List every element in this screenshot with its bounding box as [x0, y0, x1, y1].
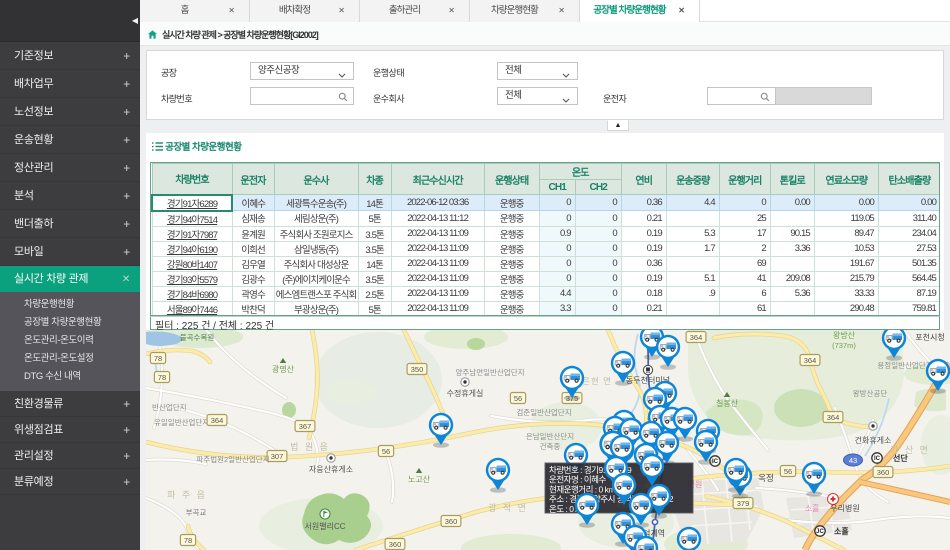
svg-text:부곡교: 부곡교 — [186, 508, 207, 517]
svg-text:서원밸리CC: 서원밸리CC — [305, 521, 346, 531]
svg-text:56: 56 — [382, 447, 390, 456]
svg-text:43: 43 — [849, 456, 857, 465]
svg-text:불곡수목원: 불곡수목원 — [180, 333, 215, 342]
svg-text:광 적 면: 광 적 면 — [488, 502, 528, 513]
svg-text:옥정: 옥정 — [758, 473, 774, 483]
svg-text:364: 364 — [211, 416, 224, 425]
svg-text:56: 56 — [514, 394, 522, 403]
svg-text:자웅산휴게소: 자웅산휴게소 — [309, 464, 353, 474]
svg-text:우리병원: 우리병원 — [830, 504, 859, 513]
svg-text:광명산: 광명산 — [272, 364, 295, 374]
svg-text:수정휴게실: 수정휴게실 — [447, 388, 484, 398]
svg-text:현재운행거리 : 0 km: 현재운행거리 : 0 km — [549, 484, 615, 494]
svg-text:왕방산: 왕방산 — [833, 330, 856, 340]
svg-text:78: 78 — [184, 536, 192, 545]
svg-text:364: 364 — [804, 356, 817, 365]
svg-text:검준일반산업단지: 검준일반산업단지 — [516, 407, 571, 417]
svg-text:운전자명 : 이혜수: 운전자명 : 이혜수 — [549, 475, 607, 485]
svg-text:360: 360 — [445, 517, 458, 526]
svg-text:360: 360 — [389, 540, 402, 549]
svg-text:307: 307 — [271, 452, 284, 461]
svg-text:칠봉산: 칠봉산 — [716, 398, 739, 408]
svg-text:JC: JC — [816, 529, 824, 535]
svg-text:350: 350 — [411, 365, 424, 374]
svg-text:왕방산공단: 왕방산공단 — [853, 388, 888, 398]
svg-text:건화휴게소: 건화휴게소 — [855, 435, 892, 445]
svg-text:노고산: 노고산 — [408, 474, 431, 484]
svg-text:364: 364 — [827, 413, 840, 422]
svg-text:법 원 읍: 법 원 읍 — [290, 442, 330, 452]
svg-text:은현 면: 은현 면 — [582, 376, 612, 386]
svg-text:파 주 읍: 파 주 읍 — [167, 490, 207, 500]
svg-text:360: 360 — [877, 468, 890, 477]
svg-text:379: 379 — [737, 499, 750, 508]
svg-text:포천시청: 포천시청 — [915, 332, 944, 342]
svg-text:(737m): (737m) — [832, 341, 856, 350]
svg-text:건축중: 건축중 — [540, 441, 561, 451]
svg-text:은남일반산단지: 은남일반산단지 — [526, 431, 574, 441]
svg-text:선단: 선단 — [893, 453, 908, 463]
svg-text:소흘: 소흘 — [805, 503, 820, 513]
svg-text:양주남면일반산업단지: 양주남면일반산업단지 — [456, 367, 525, 377]
svg-text:367: 367 — [299, 422, 312, 431]
svg-text:78: 78 — [158, 373, 166, 382]
svg-text:56: 56 — [784, 467, 792, 476]
svg-text:소흘: 소흘 — [834, 526, 849, 536]
svg-text:78: 78 — [154, 354, 162, 363]
svg-text:파주법원2일반산업단지: 파주법원2일반산업단지 — [196, 454, 269, 464]
svg-text:IC: IC — [874, 456, 881, 462]
svg-text:용정일반산업단지: 용정일반산업단지 — [877, 360, 932, 370]
svg-text:364: 364 — [690, 333, 703, 342]
svg-text:유일일반산업단지: 유일일반산업단지 — [154, 417, 209, 427]
svg-text:반산업단지: 반산업단지 — [152, 402, 187, 412]
